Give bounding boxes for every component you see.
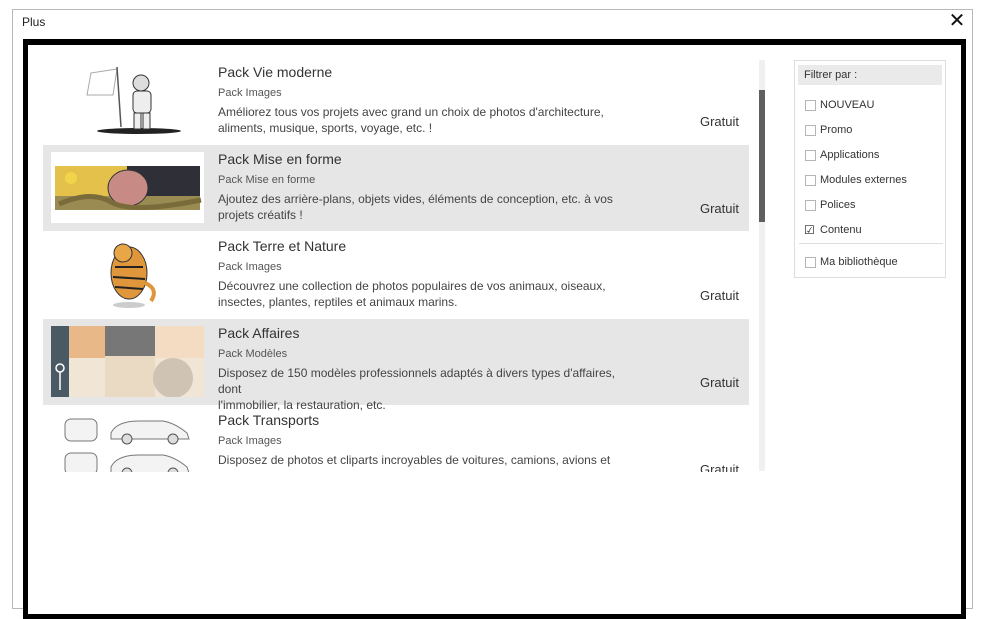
close-icon: ✕ xyxy=(948,10,966,32)
list-item[interactable]: Pack Transports Pack Images Disposez de … xyxy=(43,406,749,472)
item-title: Pack Mise en forme xyxy=(218,151,342,167)
checkbox[interactable] xyxy=(805,175,816,186)
astronaut-flag-image xyxy=(86,66,181,134)
item-title: Pack Affaires xyxy=(218,325,300,341)
title-bar: Plus ✕ xyxy=(13,10,972,36)
item-subtitle: Pack Images xyxy=(218,435,282,447)
filter-label: Promo xyxy=(820,124,853,136)
filter-label: Contenu xyxy=(820,224,862,236)
window-title: Plus xyxy=(22,15,46,29)
list-item[interactable]: Pack Vie moderne Pack Images Améliorez t… xyxy=(43,58,749,145)
filter-divider xyxy=(799,243,943,244)
checkbox[interactable] xyxy=(805,150,816,161)
item-description: Ajoutez des arrière-plans, objets vides,… xyxy=(218,192,613,222)
filter-header: Filtrer par : xyxy=(798,65,942,85)
list-scrollbar[interactable] xyxy=(759,60,765,471)
snake-desert-banner-image xyxy=(51,152,204,223)
filter-label: Polices xyxy=(820,199,856,211)
filter-label: NOUVEAU xyxy=(820,99,875,111)
item-subtitle: Pack Mise en forme xyxy=(218,174,316,186)
checkbox[interactable] xyxy=(805,257,816,268)
checkbox-checked[interactable]: ☑ xyxy=(804,224,815,236)
checkbox[interactable] xyxy=(805,125,816,136)
cars-image xyxy=(64,418,190,472)
item-title: Pack Vie moderne xyxy=(218,64,333,80)
item-price[interactable]: Gratuit xyxy=(700,201,739,216)
filter-label: Modules externes xyxy=(820,174,907,186)
scrollbar-thumb[interactable] xyxy=(759,90,765,222)
list-item[interactable]: Pack Mise en forme Pack Mise en forme Aj… xyxy=(43,145,749,232)
item-title: Pack Transports xyxy=(218,412,320,428)
tiger-image xyxy=(110,243,156,308)
item-price[interactable]: Gratuit xyxy=(700,114,739,129)
checkbox[interactable] xyxy=(805,100,816,111)
filter-label: Applications xyxy=(820,149,880,161)
item-subtitle: Pack Modèles xyxy=(218,348,288,360)
business-template-image xyxy=(51,326,204,397)
list-item[interactable]: Pack Affaires Pack Modèles Disposez de 1… xyxy=(43,319,749,412)
filter-label: Ma bibliothèque xyxy=(820,256,898,268)
dialog-window: Plus ✕ Pack Vie moderne Pack Images Amél… xyxy=(12,9,973,619)
item-title: Pack Terre et Nature xyxy=(218,238,347,254)
item-price[interactable]: Gratuit xyxy=(700,288,739,303)
checkbox[interactable] xyxy=(805,200,816,211)
filter-panel: Filtrer par : NOUVEAU Promo Applications… xyxy=(794,60,946,278)
list-item[interactable]: Pack Terre et Nature Pack Images Découvr… xyxy=(43,232,749,319)
item-description: Disposez de photos et cliparts incroyabl… xyxy=(218,453,611,467)
item-subtitle: Pack Images xyxy=(218,87,282,99)
item-description: Améliorez tous vos projets avec grand un… xyxy=(218,105,604,135)
item-description: Découvrez une collection de photos popul… xyxy=(218,279,606,309)
product-list[interactable]: Pack Vie moderne Pack Images Améliorez t… xyxy=(43,58,749,472)
close-button[interactable]: ✕ xyxy=(946,11,968,33)
item-price[interactable]: Gratuit xyxy=(700,462,739,472)
item-subtitle: Pack Images xyxy=(218,261,282,273)
item-price[interactable]: Gratuit xyxy=(700,375,739,390)
